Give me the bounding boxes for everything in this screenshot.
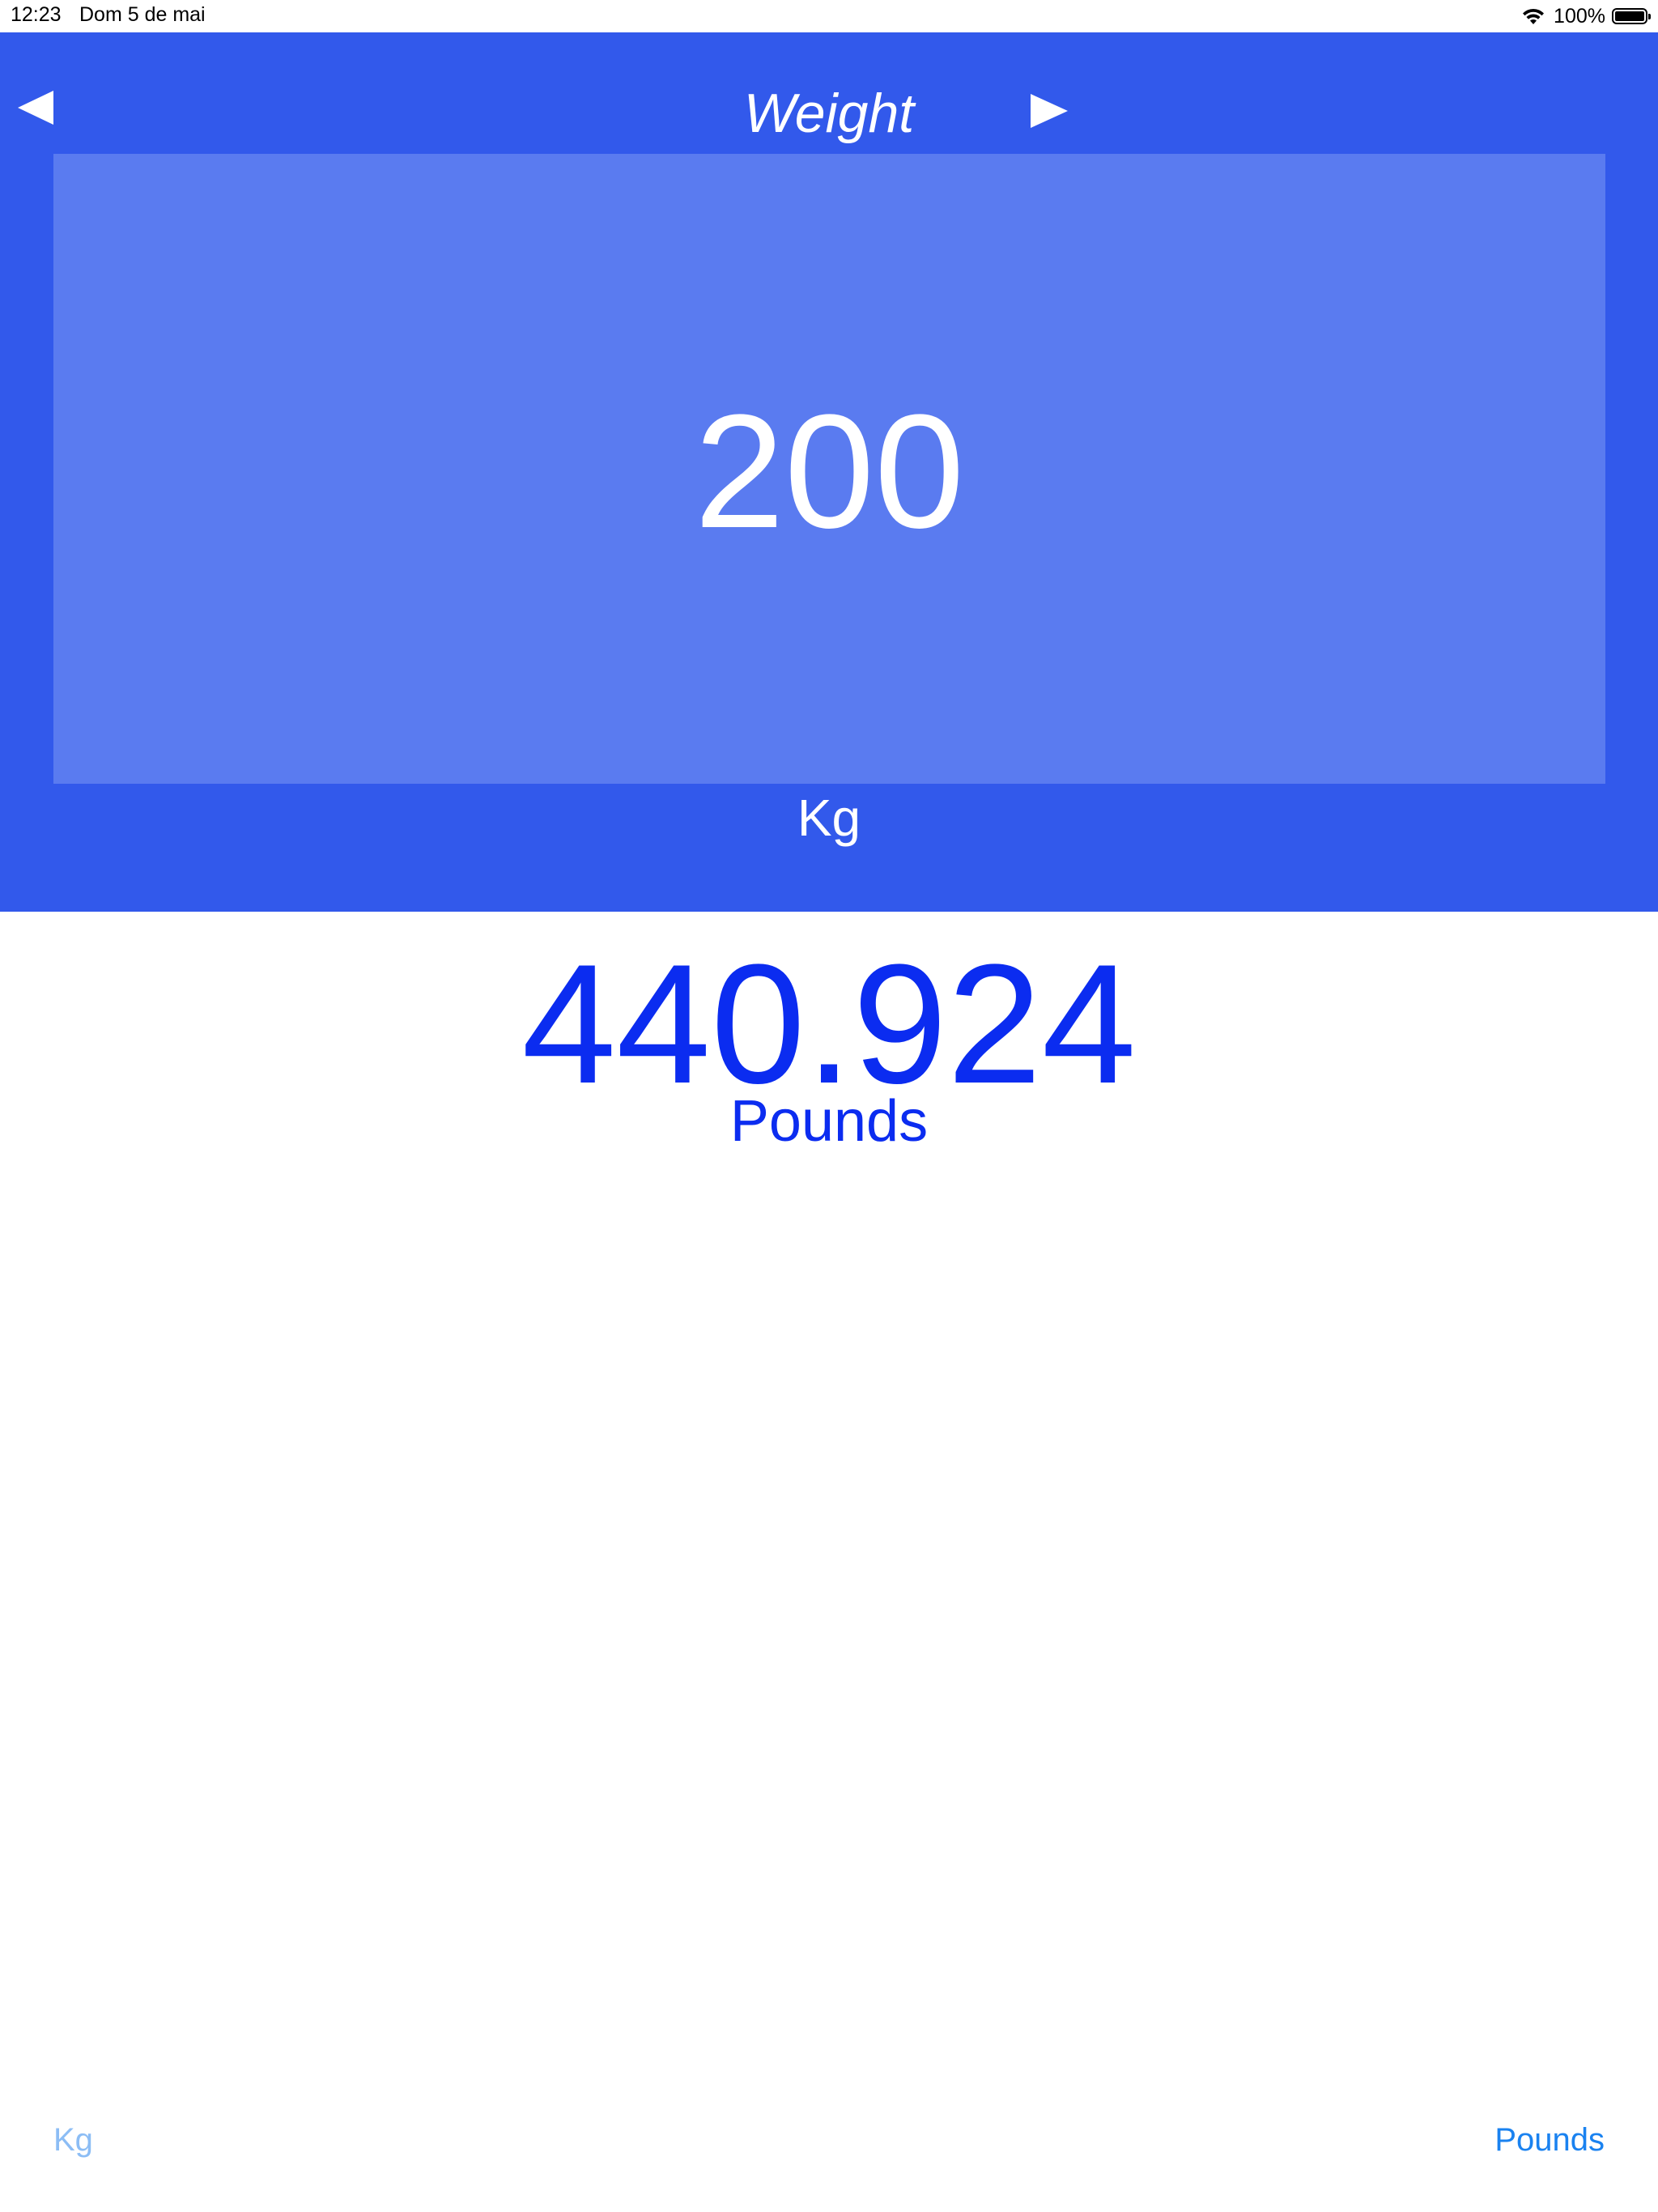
page-title: Weight [743, 83, 915, 144]
converter-header: Weight 200 Kg [0, 32, 1658, 912]
unit-option-kg[interactable]: Kg [53, 2120, 93, 2160]
app-screen: 12:23 Dom 5 de mai 100% Weight 200 Kg 44… [0, 0, 1658, 2212]
status-bar: 12:23 Dom 5 de mai 100% [0, 0, 1658, 32]
result-unit-label: Pounds [729, 1089, 929, 1154]
input-value[interactable]: 200 [695, 383, 965, 561]
status-indicators: 100% [1521, 3, 1651, 29]
wifi-icon [1523, 8, 1545, 24]
value-input-box[interactable]: 200 [53, 154, 1605, 784]
battery-percentage: 100% [1554, 4, 1605, 28]
triangle-right-icon[interactable] [1031, 94, 1068, 128]
unit-option-pounds[interactable]: Pounds [1494, 2120, 1605, 2160]
status-time: 12:23 [11, 3, 62, 26]
status-date: Dom 5 de mai [79, 3, 206, 26]
input-unit-label: Kg [797, 789, 861, 847]
battery-icon [1612, 8, 1651, 24]
